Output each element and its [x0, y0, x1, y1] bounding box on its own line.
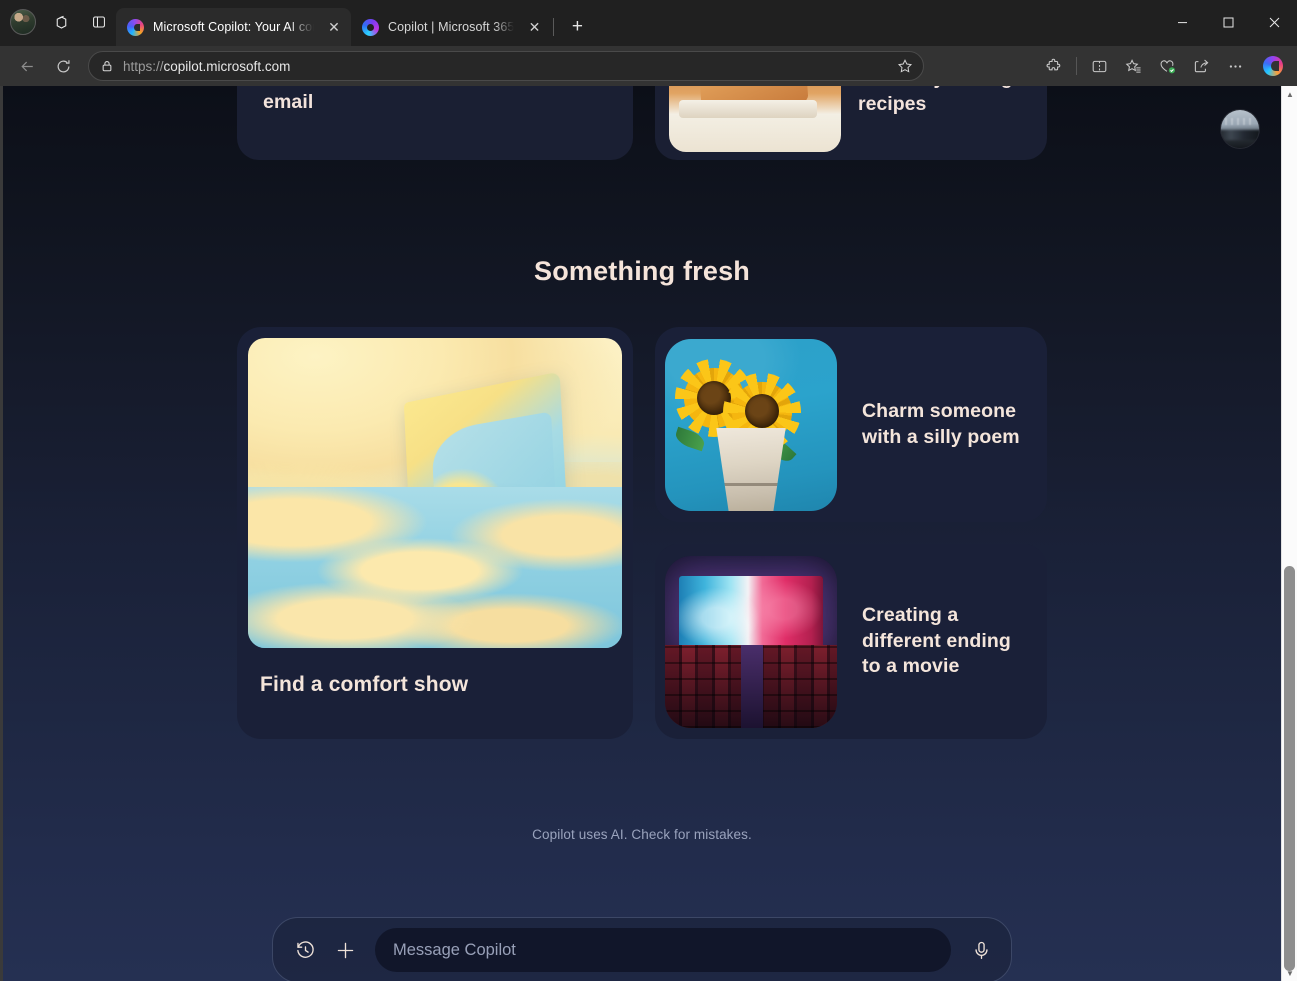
- fresh-card-silly-poem[interactable]: Charm someone with a silly poem: [655, 327, 1047, 522]
- star-outline-icon[interactable]: [891, 53, 919, 79]
- plus-icon[interactable]: [329, 934, 361, 966]
- page-content: Ask me to improve the tone of your email…: [3, 86, 1281, 981]
- new-tab-button[interactable]: +: [562, 12, 592, 42]
- suggestion-card-baking[interactable]: Two easy baking recipes: [655, 86, 1047, 160]
- something-fresh-grid: Find a comfort show Charm someone with a…: [237, 327, 1047, 739]
- lock-icon: [100, 59, 114, 73]
- address-bar-text: https://copilot.microsoft.com: [123, 59, 882, 74]
- url-scheme: https://: [123, 58, 164, 74]
- ai-disclaimer: Copilot uses AI. Check for mistakes.: [532, 827, 752, 842]
- share-icon[interactable]: [1185, 50, 1218, 82]
- tab-title: Microsoft Copilot: Your AI compan: [153, 20, 314, 34]
- toolbar-right-icons: [1037, 50, 1289, 82]
- profile-picture: [10, 9, 36, 35]
- window-controls: [1159, 0, 1297, 44]
- bed-sheet-folds: [248, 486, 622, 648]
- tab-strip: Microsoft Copilot: Your AI compan ✕ Copi…: [0, 0, 1297, 46]
- split-screen-icon[interactable]: [1083, 50, 1116, 82]
- browser-toolbar: https://copilot.microsoft.com: [0, 46, 1297, 86]
- cinema-aisle: [740, 644, 764, 728]
- fresh-card-movie-ending[interactable]: Creating a different ending to a movie: [655, 544, 1047, 739]
- toolbar-divider: [1076, 57, 1077, 75]
- microphone-icon[interactable]: [965, 934, 997, 966]
- tab-strip-left-controls: [6, 0, 116, 46]
- section-title-something-fresh: Something fresh: [533, 256, 751, 286]
- fresh-card-title: Charm someone with a silly poem: [862, 399, 1020, 448]
- copilot-glyph: [1263, 56, 1283, 76]
- previous-suggestions-row: Ask me to improve the tone of your email…: [237, 86, 1047, 160]
- copilot-sidebar-icon[interactable]: [1257, 51, 1289, 81]
- close-tab-icon[interactable]: ✕: [323, 16, 345, 38]
- user-avatar[interactable]: [1221, 110, 1259, 148]
- page-scrollbar[interactable]: ▲ ▼: [1281, 86, 1297, 981]
- suggestion-card-email[interactable]: Ask me to improve the tone of your email: [237, 86, 633, 160]
- tab-list: Microsoft Copilot: Your AI compan ✕ Copi…: [116, 0, 592, 46]
- browser-window: Microsoft Copilot: Your AI compan ✕ Copi…: [0, 0, 1297, 981]
- fresh-card-caption: Find a comfort show: [260, 673, 469, 696]
- profile-avatar-icon[interactable]: [6, 5, 40, 39]
- fresh-card-title: Creating a different ending to a movie: [862, 603, 1011, 678]
- page-viewport: Ask me to improve the tone of your email…: [0, 86, 1297, 981]
- scroll-down-icon[interactable]: ▼: [1282, 965, 1297, 981]
- maximize-button[interactable]: [1205, 0, 1251, 44]
- suggestion-card-title: Two easy baking recipes: [858, 86, 1013, 115]
- laptop-on-bed-illustration: [248, 338, 622, 648]
- history-clock-icon[interactable]: [289, 934, 321, 966]
- settings-more-icon[interactable]: [1219, 50, 1252, 82]
- message-composer: Message Copilot: [272, 917, 1012, 981]
- workspaces-icon[interactable]: [44, 5, 78, 39]
- collections-icon[interactable]: [1117, 50, 1150, 82]
- tab-divider: [553, 18, 555, 36]
- scrollbar-thumb[interactable]: [1284, 566, 1295, 971]
- tab-title: Copilot | Microsoft 365: [388, 20, 515, 34]
- tab-actions-icon[interactable]: [82, 5, 116, 39]
- copilot-icon: [127, 18, 144, 36]
- extensions-puzzle-icon[interactable]: [1037, 50, 1070, 82]
- scroll-up-icon[interactable]: ▲: [1282, 86, 1297, 102]
- cinema-theater-photo: [665, 555, 837, 728]
- copilot-page: Ask me to improve the tone of your email…: [3, 86, 1281, 981]
- refresh-icon[interactable]: [46, 50, 80, 82]
- copilot-m365-icon: [362, 18, 379, 36]
- fresh-cards-right-column: Charm someone with a silly poem Creating…: [655, 327, 1047, 739]
- close-window-button[interactable]: [1251, 0, 1297, 44]
- bread-photo: [669, 86, 841, 152]
- browser-tab-1[interactable]: Copilot | Microsoft 365 ✕: [351, 8, 551, 46]
- address-bar[interactable]: https://copilot.microsoft.com: [88, 51, 924, 81]
- fresh-card-comfort-show[interactable]: Find a comfort show: [237, 327, 633, 739]
- url-host: copilot.microsoft.com: [163, 58, 291, 74]
- message-input-placeholder: Message Copilot: [393, 940, 516, 959]
- sunflowers-photo: [665, 338, 837, 511]
- browser-tab-0[interactable]: Microsoft Copilot: Your AI compan ✕: [116, 8, 351, 46]
- minimize-button[interactable]: [1159, 0, 1205, 44]
- browser-essentials-icon[interactable]: [1151, 50, 1184, 82]
- paper-wrapping: [716, 427, 786, 511]
- cinema-screen: [678, 576, 824, 649]
- suggestion-card-title: Ask me to improve the tone of your email: [263, 86, 594, 113]
- close-tab-icon[interactable]: ✕: [523, 16, 545, 38]
- back-arrow-icon[interactable]: [10, 50, 44, 82]
- message-input[interactable]: Message Copilot: [375, 928, 951, 972]
